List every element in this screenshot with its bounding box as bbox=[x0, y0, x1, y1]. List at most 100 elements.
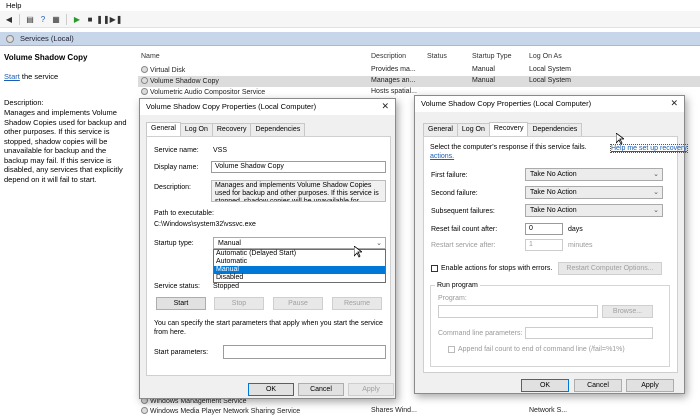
service-logon: Local System bbox=[529, 76, 572, 84]
subsequent-failures-dropdown[interactable]: Take No Action ⌄ bbox=[525, 204, 663, 217]
service-name: Volume Shadow Copy bbox=[150, 77, 219, 85]
enable-actions-checkbox[interactable] bbox=[431, 265, 438, 272]
service-logon: Local System bbox=[529, 65, 572, 73]
tab-log-on[interactable]: Log On bbox=[456, 123, 490, 136]
first-failure-value: Take No Action bbox=[530, 171, 577, 178]
program-label: Program: bbox=[438, 295, 467, 302]
service-status-label: Service status: bbox=[154, 283, 200, 290]
startup-option[interactable]: Disabled bbox=[214, 274, 385, 282]
run-program-label: Run program bbox=[435, 282, 480, 289]
cancel-button[interactable]: Cancel bbox=[574, 379, 622, 392]
enable-actions-label: Enable actions for stops with errors. bbox=[441, 265, 553, 272]
reset-unit-label: days bbox=[568, 226, 583, 233]
close-icon[interactable]: ✕ bbox=[670, 98, 678, 109]
tab-dependencies[interactable]: Dependencies bbox=[250, 123, 306, 136]
dialog-title-bar: Volume Shadow Copy Properties (Local Com… bbox=[415, 96, 684, 112]
menu-help[interactable]: Help bbox=[6, 1, 21, 10]
start-button[interactable]: Start bbox=[156, 297, 206, 310]
chevron-down-icon: ⌄ bbox=[653, 207, 659, 214]
dialog-tabs: General Log On Recovery Dependencies bbox=[423, 122, 583, 136]
start-service-line: Start the service bbox=[4, 72, 130, 82]
chevron-down-icon: ⌄ bbox=[653, 189, 659, 196]
stop-button[interactable]: Stop bbox=[214, 297, 264, 310]
append-fail-count-checkbox[interactable] bbox=[448, 346, 455, 353]
start-parameters-input[interactable] bbox=[223, 345, 386, 359]
help-icon[interactable]: ? bbox=[38, 14, 48, 24]
service-startup: Manual bbox=[472, 65, 495, 73]
help-recovery-link-cont[interactable]: actions. bbox=[430, 153, 454, 160]
apply-button[interactable]: Apply bbox=[348, 383, 394, 396]
service-name: Virtual Disk bbox=[150, 66, 186, 74]
description-field: Manages and implements Volume Shadow Cop… bbox=[211, 180, 386, 202]
description-label: Description: bbox=[154, 184, 191, 191]
service-row[interactable]: Windows Media Player Network Sharing Ser… bbox=[138, 406, 700, 417]
service-desc: Hosts spatial... bbox=[371, 87, 417, 95]
col-status[interactable]: Status bbox=[427, 53, 447, 60]
service-row[interactable]: Virtual Disk Provides ma... Manual Local… bbox=[138, 65, 700, 76]
path-label: Path to executable: bbox=[154, 210, 214, 217]
browse-button[interactable]: Browse... bbox=[602, 305, 653, 318]
tab-dependencies[interactable]: Dependencies bbox=[527, 123, 583, 136]
stop-service-icon[interactable]: ■ bbox=[85, 14, 95, 24]
start-service-icon[interactable]: ▶ bbox=[72, 14, 82, 24]
program-input[interactable] bbox=[438, 305, 598, 318]
service-name-label: Service name: bbox=[154, 147, 199, 154]
startup-option-selected[interactable]: Manual bbox=[214, 266, 385, 274]
service-desc: Manages an... bbox=[371, 76, 416, 84]
service-desc: Shares Wind... bbox=[371, 406, 417, 414]
tab-general[interactable]: General bbox=[146, 122, 181, 136]
service-startup: Manual bbox=[472, 76, 495, 84]
reset-fail-count-input[interactable]: 0 bbox=[525, 223, 563, 235]
close-icon[interactable]: ✕ bbox=[381, 101, 389, 112]
service-logon: Network S... bbox=[529, 406, 568, 414]
ok-button[interactable]: OK bbox=[248, 383, 294, 396]
restart-unit-label: minutes bbox=[568, 242, 593, 249]
path-value: C:\Windows\system32\vssvc.exe bbox=[154, 221, 256, 228]
toolbar: ◀ ▤ ? ▦ ▶ ■ ❚❚ ▶❚ bbox=[0, 11, 700, 28]
startup-type-label: Startup type: bbox=[154, 240, 194, 247]
pause-service-icon[interactable]: ❚❚ bbox=[96, 14, 109, 24]
description-text: Manages and implements Volume Shadow Cop… bbox=[215, 182, 379, 202]
reset-fail-count-label: Reset fail count after: bbox=[431, 226, 498, 233]
help-recovery-link[interactable]: Help me set up recovery bbox=[610, 144, 688, 153]
service-row-selected[interactable]: Volume Shadow Copy Manages an... Manual … bbox=[138, 76, 700, 87]
start-service-link[interactable]: Start bbox=[4, 72, 20, 81]
pause-button[interactable]: Pause bbox=[273, 297, 323, 310]
startup-type-value: Manual bbox=[218, 240, 241, 247]
first-failure-dropdown[interactable]: Take No Action ⌄ bbox=[525, 168, 663, 181]
command-line-label: Command line parameters: bbox=[438, 330, 523, 337]
col-description[interactable]: Description bbox=[371, 53, 406, 60]
back-icon[interactable]: ◀ bbox=[4, 14, 14, 24]
console-icon[interactable]: ▦ bbox=[51, 14, 61, 24]
recovery-properties-dialog: Volume Shadow Copy Properties (Local Com… bbox=[414, 95, 688, 394]
second-failure-dropdown[interactable]: Take No Action ⌄ bbox=[525, 186, 663, 199]
cancel-button[interactable]: Cancel bbox=[298, 383, 344, 396]
command-line-input[interactable] bbox=[525, 327, 653, 339]
restart-service-label: Restart service after: bbox=[431, 242, 496, 249]
ok-button[interactable]: OK bbox=[521, 379, 569, 392]
restart-service-input[interactable]: 1 bbox=[525, 239, 563, 251]
service-status-value: Stopped bbox=[213, 283, 240, 290]
gear-icon bbox=[141, 87, 148, 95]
col-name[interactable]: Name bbox=[141, 53, 160, 60]
properties-icon[interactable]: ▤ bbox=[25, 14, 35, 24]
resume-button[interactable]: Resume bbox=[332, 297, 382, 310]
apply-button[interactable]: Apply bbox=[626, 379, 674, 392]
startup-option[interactable]: Automatic bbox=[214, 258, 385, 266]
col-log-on-as[interactable]: Log On As bbox=[529, 53, 562, 60]
restart-service-icon[interactable]: ▶❚ bbox=[110, 14, 123, 24]
restart-computer-options-button[interactable]: Restart Computer Options... bbox=[558, 262, 662, 275]
tab-recovery[interactable]: Recovery bbox=[211, 123, 252, 136]
tab-general[interactable]: General bbox=[423, 123, 458, 136]
col-startup-type[interactable]: Startup Type bbox=[472, 53, 512, 60]
tab-log-on[interactable]: Log On bbox=[179, 123, 213, 136]
tab-recovery[interactable]: Recovery bbox=[488, 122, 529, 136]
dialog-title-bar: Volume Shadow Copy Properties (Local Com… bbox=[140, 99, 395, 115]
services-column-header: Name Description Status Startup Type Log… bbox=[138, 52, 700, 63]
gear-icon bbox=[141, 76, 148, 84]
services-header-bar: Services (Local) bbox=[0, 32, 700, 46]
display-name-field[interactable]: Volume Shadow Copy bbox=[211, 161, 386, 173]
menu-bar: Help bbox=[0, 0, 700, 11]
first-failure-label: First failure: bbox=[431, 172, 468, 179]
start-parameters-label: Start parameters: bbox=[154, 349, 209, 356]
